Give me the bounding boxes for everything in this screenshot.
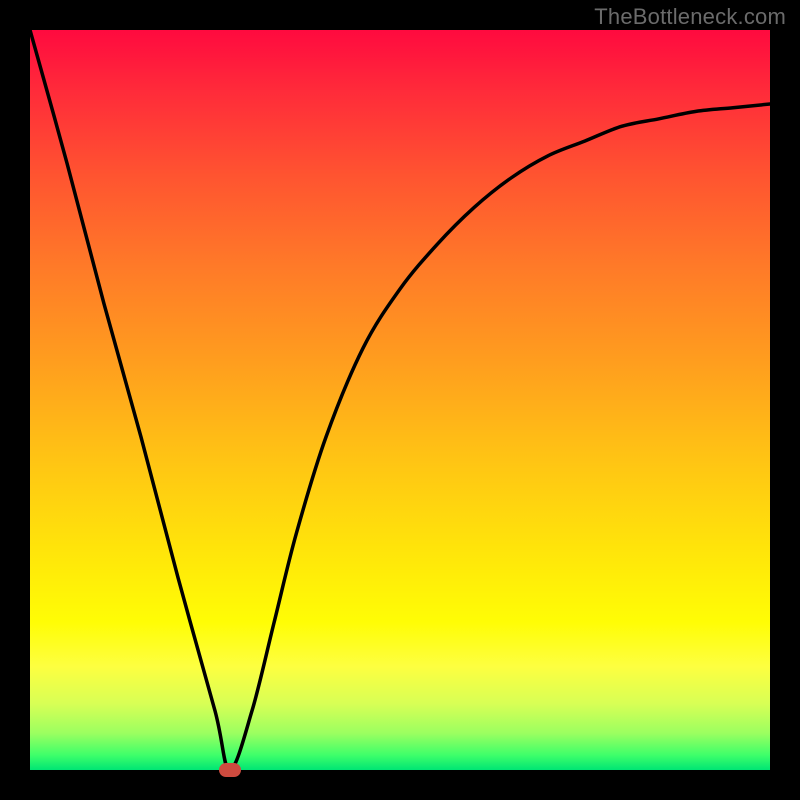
bottleneck-curve xyxy=(30,30,770,770)
watermark-text: TheBottleneck.com xyxy=(594,4,786,30)
chart-frame: TheBottleneck.com xyxy=(0,0,800,800)
plot-area xyxy=(30,30,770,770)
minimum-marker xyxy=(219,763,241,777)
